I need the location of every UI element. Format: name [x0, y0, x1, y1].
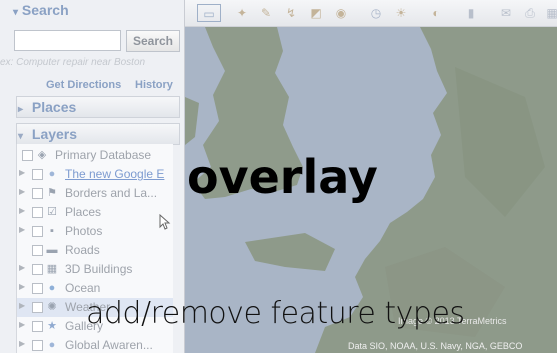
layer-checkbox[interactable] [32, 283, 43, 294]
image-overlay-button[interactable]: ◩ [307, 4, 325, 22]
search-input[interactable] [14, 30, 121, 51]
expand-arrow-icon[interactable]: ▶ [19, 225, 25, 234]
google-maps-button[interactable]: ▦ [543, 4, 557, 22]
layer-label: Borders and La... [65, 186, 158, 200]
layer-label: Primary Database [55, 148, 152, 162]
layers-header-label: Layers [31, 126, 78, 142]
layer-label[interactable]: The new Google E [65, 167, 164, 181]
layer-item-photos[interactable]: ▶ ▪ Photos [17, 222, 173, 241]
layer-checkbox[interactable] [32, 264, 43, 275]
history-link[interactable]: History [135, 79, 173, 91]
star-icon: ★ [47, 320, 57, 332]
layer-item-global-awareness[interactable]: ▶ ● Global Awaren... [17, 336, 173, 353]
photo-icon: ▪ [50, 225, 54, 237]
layer-item-borders[interactable]: ▶ ⚑ Borders and La... [17, 184, 173, 203]
layer-checkbox[interactable] [32, 321, 43, 332]
search-panel-header[interactable]: ▾ Search [13, 2, 69, 18]
overlay-title: overlay [187, 150, 378, 204]
print-button[interactable]: ⎙ [521, 4, 539, 22]
layers-panel-header[interactable]: ▾ Layers [16, 123, 180, 145]
globe-awareness-icon: ● [48, 339, 56, 351]
layer-label: Photos [65, 224, 103, 238]
ruler-button[interactable]: ▮ [462, 4, 480, 22]
map-icon: ▦ [546, 6, 557, 20]
expand-arrow-icon[interactable]: ▶ [19, 187, 25, 196]
expand-arrow-icon[interactable]: ▶ [19, 282, 25, 291]
tour-icon: ◉ [335, 6, 347, 20]
layer-checkbox[interactable] [32, 226, 43, 237]
envelope-icon: ✉ [500, 6, 512, 20]
weather-icon: ✺ [47, 301, 57, 313]
layer-checkbox[interactable] [32, 169, 43, 180]
sidebar-toggle-button[interactable]: ▭ [197, 4, 221, 22]
overlay-caption: add/remove feature types [86, 296, 465, 331]
placemark-button[interactable]: ✦ [233, 4, 251, 22]
overlay-icon: ◩ [310, 6, 322, 20]
layer-checkbox[interactable] [32, 207, 43, 218]
layer-label: Global Awaren... [65, 338, 153, 352]
layer-checkbox[interactable] [32, 340, 43, 351]
layer-item-roads[interactable]: ▬ Roads [17, 241, 173, 260]
ruler-icon: ▮ [467, 6, 475, 20]
sunlight-button[interactable]: ☀ [392, 4, 410, 22]
planet-icon: ◐ [432, 6, 440, 20]
planets-button[interactable]: ◐ [427, 4, 445, 22]
building-icon: ▦ [46, 263, 58, 275]
expand-arrow-icon[interactable]: ▶ [19, 206, 25, 215]
path-button[interactable]: ↯ [282, 4, 300, 22]
sun-icon: ☀ [395, 6, 407, 20]
places-panel-header[interactable]: ▸ Places [16, 96, 180, 118]
flag-icon: ⚑ [47, 187, 57, 199]
layer-label: Roads [65, 243, 100, 257]
clock-icon: ◷ [370, 6, 382, 20]
historical-imagery-button[interactable]: ◷ [367, 4, 385, 22]
polygon-icon: ✎ [260, 6, 272, 20]
pushpin-icon: ✦ [236, 6, 248, 20]
search-hint: ex: Computer repair near Boston [0, 57, 146, 68]
globe-icon: ● [48, 168, 56, 180]
layer-label: Ocean [65, 281, 101, 295]
layer-checkbox[interactable] [22, 150, 33, 161]
road-icon: ▬ [46, 244, 58, 256]
expand-arrow-icon[interactable]: ▶ [19, 320, 25, 329]
expand-arrow-icon[interactable]: ▶ [19, 263, 25, 272]
expand-triangle-icon: ▸ [18, 104, 24, 115]
layer-item-places[interactable]: ▶ ☑ Places [17, 203, 173, 222]
layer-item-google-earth[interactable]: ▶ ● The new Google E [17, 165, 173, 184]
data-attribution: Data SIO, NOAA, U.S. Navy, NGA, GEBCO [348, 341, 523, 351]
map-toolbar: ▭ ✦ ✎ ↯ ◩ ◉ ◷ ☀ ◐ ▮ ✉ ⎙ ▦ [185, 0, 557, 27]
layer-checkbox[interactable] [32, 245, 43, 256]
path-icon: ↯ [285, 6, 297, 20]
layers-stack-icon: ◈ [37, 149, 47, 161]
expand-arrow-icon[interactable]: ▶ [19, 339, 25, 348]
search-button[interactable]: Search [126, 30, 180, 52]
layer-item-3d-buildings[interactable]: ▶ ▦ 3D Buildings [17, 260, 173, 279]
record-tour-button[interactable]: ◉ [332, 4, 350, 22]
places-header-label: Places [31, 99, 77, 115]
layer-label: 3D Buildings [65, 262, 133, 276]
expand-arrow-icon[interactable]: ▶ [19, 301, 25, 310]
layer-label: Places [65, 205, 102, 219]
mouse-cursor-icon [159, 214, 171, 230]
layer-checkbox[interactable] [32, 188, 43, 199]
printer-icon: ⎙ [525, 6, 535, 20]
email-button[interactable]: ✉ [497, 4, 515, 22]
polygon-button[interactable]: ✎ [257, 4, 275, 22]
layer-item-primary-database[interactable]: ◈ Primary Database [17, 146, 173, 165]
get-directions-link[interactable]: Get Directions [46, 79, 121, 91]
expand-arrow-icon[interactable]: ▶ [19, 168, 25, 177]
collapse-triangle-icon: ▾ [13, 7, 19, 18]
ocean-icon: ● [48, 282, 56, 294]
pin-icon: ☑ [47, 206, 57, 218]
search-header-label: Search [21, 2, 69, 18]
layer-checkbox[interactable] [32, 302, 43, 313]
